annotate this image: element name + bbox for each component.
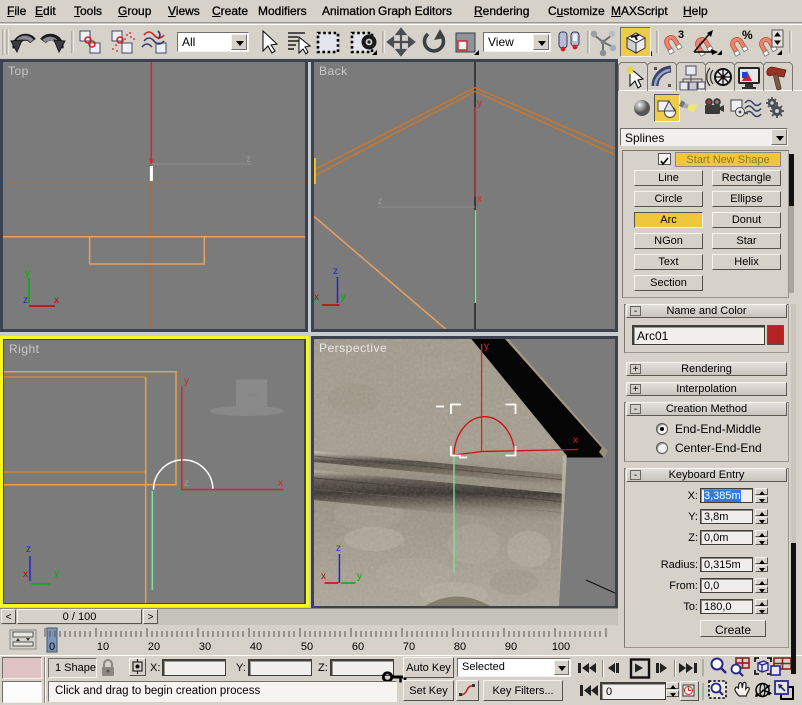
svg-text:90: 90 [505,641,517,653]
svg-text:x: x [573,435,578,446]
svg-text:y: y [357,571,362,582]
svg-text:x: x [278,478,283,489]
svg-text:y: y [477,98,482,109]
svg-text:100: 100 [552,641,570,653]
svg-text:30: 30 [199,641,211,653]
svg-text:y: y [484,341,489,352]
svg-text:3: 3 [678,29,684,41]
svg-text:z: z [336,543,341,554]
svg-text:x: x [314,292,319,303]
svg-text:10: 10 [97,641,109,653]
svg-text:0: 0 [49,641,55,653]
svg-text:80: 80 [454,641,466,653]
svg-text:60: 60 [352,641,364,653]
svg-text:y: y [341,292,346,303]
svg-text:z: z [184,478,189,489]
svg-text:70: 70 [403,641,415,653]
svg-text:y: y [149,156,154,167]
svg-text:40: 40 [250,641,262,653]
svg-text:x: x [477,194,482,205]
svg-text:z: z [333,266,338,277]
svg-text:50: 50 [301,641,313,653]
svg-text:y: y [184,376,189,387]
svg-text:z: z [378,196,383,207]
svg-text:z: z [26,544,31,555]
svg-text:x: x [23,569,28,580]
svg-text:x: x [321,571,326,582]
svg-text:RIGHT: RIGHT [243,393,262,399]
svg-text:y: y [54,568,59,579]
svg-text:y: y [25,268,30,279]
svg-text:%: % [742,28,753,42]
svg-text:20: 20 [148,641,160,653]
svg-text:z: z [23,295,28,306]
svg-text:z: z [246,154,251,165]
svg-text:x: x [54,295,59,306]
